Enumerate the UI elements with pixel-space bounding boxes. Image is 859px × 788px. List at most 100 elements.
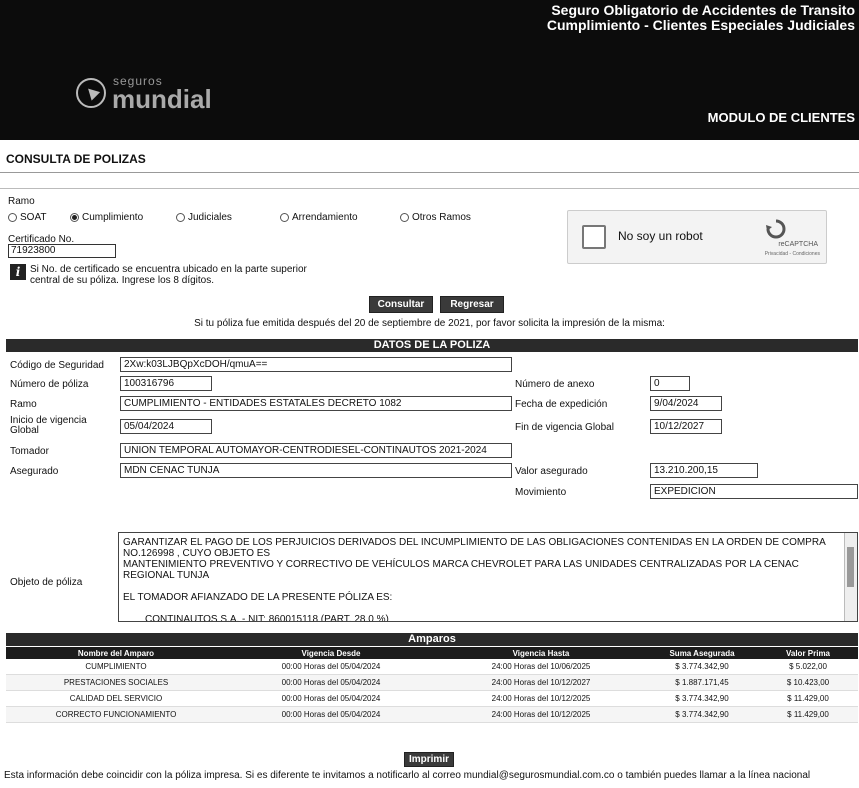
column-header: Nombre del Amparo	[6, 647, 226, 659]
table-cell: 24:00 Horas del 10/12/2025	[436, 690, 646, 707]
header-title: Seguro Obligatorio de Accidentes de Tran…	[547, 3, 855, 33]
radio-label: Judiciales	[188, 212, 232, 223]
table-cell: $ 10.423,00	[758, 674, 858, 691]
scrollbar-thumb[interactable]	[847, 547, 854, 587]
numero-anexo-field: 0	[650, 376, 690, 391]
info-icon: i	[10, 264, 26, 280]
valor-asegurado-label: Valor asegurado	[515, 466, 588, 477]
recaptcha-checkbox[interactable]	[582, 225, 606, 249]
fecha-expedicion-label: Fecha de expedición	[515, 399, 608, 410]
radio-cumplimiento[interactable]: Cumplimiento	[70, 212, 143, 223]
radio-label: SOAT	[20, 212, 47, 223]
column-header: Vigencia Hasta	[436, 647, 646, 659]
numero-anexo-label: Número de anexo	[515, 379, 595, 390]
table-cell: CORRECTO FUNCIONAMIENTO	[6, 706, 226, 723]
header-title-line1: Seguro Obligatorio de Accidentes de Tran…	[551, 2, 855, 18]
valor-asegurado-field: 13.210.200,15	[650, 463, 758, 478]
objeto-paragraph: GARANTIZAR EL PAGO DE LOS PERJUICIOS DER…	[123, 537, 826, 559]
table-row: CALIDAD DEL SERVICIO 00:00 Horas del 05/…	[6, 690, 858, 707]
scrollbar[interactable]	[844, 533, 857, 621]
table-row: PRESTACIONES SOCIALES 00:00 Horas del 05…	[6, 674, 858, 691]
table-row: CORRECTO FUNCIONAMIENTO 00:00 Horas del …	[6, 706, 858, 723]
amparos-header: Amparos	[6, 633, 858, 646]
radio-soat[interactable]: SOAT	[8, 212, 46, 223]
numero-poliza-field: 100316796	[120, 376, 212, 391]
table-cell: 24:00 Horas del 10/06/2025	[436, 659, 646, 675]
table-cell: 00:00 Horas del 05/04/2024	[226, 659, 436, 675]
radio-otros-ramos[interactable]: Otros Ramos	[400, 212, 471, 223]
compass-icon	[76, 78, 106, 108]
table-cell: PRESTACIONES SOCIALES	[6, 674, 226, 691]
table-cell: $ 11.429,00	[758, 690, 858, 707]
table-header-row: Nombre del Amparo Vigencia Desde Vigenci…	[6, 647, 858, 659]
radio-dot[interactable]	[400, 213, 409, 222]
movimiento-label: Movimiento	[515, 487, 567, 498]
radio-dot[interactable]	[8, 213, 17, 222]
table-cell: CALIDAD DEL SERVICIO	[6, 690, 226, 707]
table-cell: 00:00 Horas del 05/04/2024	[226, 690, 436, 707]
radio-dot[interactable]	[280, 213, 289, 222]
table-cell: CUMPLIMIENTO	[6, 659, 226, 675]
ramo-field-label: Ramo	[10, 399, 37, 410]
table-cell: $ 3.774.342,90	[646, 706, 758, 723]
codigo-seguridad-label: Código de Seguridad	[10, 360, 104, 371]
column-header: Valor Prima	[758, 647, 858, 659]
imprimir-button[interactable]: Imprimir	[404, 752, 454, 767]
info-text: Si No. de certificado se encuentra ubica…	[30, 264, 307, 286]
movimiento-field: EXPEDICION	[650, 484, 858, 499]
recaptcha-brand: reCAPTCHA	[778, 241, 818, 248]
column-header: Vigencia Desde	[226, 647, 436, 659]
seguros-mundial-logo[interactable]: seguros mundial	[76, 70, 256, 118]
page-title: CONSULTA DE POLIZAS	[6, 152, 146, 166]
recaptcha-privacy-links[interactable]: Privacidad - Condiciones	[765, 251, 820, 257]
objeto-paragraph: EL TOMADOR AFIANZADO DE LA PRESENTE PÓLI…	[123, 592, 393, 603]
table-cell: 24:00 Horas del 10/12/2027	[436, 674, 646, 691]
recaptcha-label: No soy un robot	[618, 229, 703, 243]
table-cell: 00:00 Horas del 05/04/2024	[226, 674, 436, 691]
print-notice: Si tu póliza fue emitida después del 20 …	[194, 318, 665, 329]
divider	[0, 188, 859, 189]
module-label: MODULO DE CLIENTES	[707, 110, 855, 125]
objeto-paragraph: MANTENIMIENTO PREVENTIVO Y CORRECTIVO DE…	[123, 559, 799, 581]
objeto-poliza-textarea[interactable]: GARANTIZAR EL PAGO DE LOS PERJUICIOS DER…	[118, 532, 858, 622]
logo-big-text: mundial	[112, 84, 212, 114]
footer-notice: Esta información debe coincidir con la p…	[4, 770, 811, 781]
radio-arrendamiento[interactable]: Arrendamiento	[280, 212, 358, 223]
radio-dot[interactable]	[176, 213, 185, 222]
ramo-label: Ramo	[8, 196, 35, 207]
radio-dot-selected[interactable]	[70, 213, 79, 222]
table-cell: $ 5.022,00	[758, 659, 858, 675]
codigo-seguridad-field: 2Xw:k03LJBQpXcDOH/qmuA==	[120, 357, 512, 372]
radio-judiciales[interactable]: Judiciales	[176, 212, 232, 223]
table-cell: $ 11.429,00	[758, 706, 858, 723]
asegurado-label: Asegurado	[10, 466, 59, 477]
table-cell: 00:00 Horas del 05/04/2024	[226, 706, 436, 723]
radio-label: Arrendamiento	[292, 212, 358, 223]
regresar-button[interactable]: Regresar	[440, 296, 504, 313]
tomador-field: UNION TEMPORAL AUTOMAYOR-CENTRODIESEL-CO…	[120, 443, 512, 458]
certificado-input[interactable]: 71923800	[8, 244, 116, 258]
objeto-paragraph: CONTINAUTOS S.A. - NIT: 860015118 (PART.…	[145, 614, 389, 622]
table-row: CUMPLIMIENTO 00:00 Horas del 05/04/2024 …	[6, 659, 858, 675]
asegurado-field: MDN CENAC TUNJA	[120, 463, 512, 478]
inicio-vigencia-label: Inicio de vigencia Global	[10, 416, 87, 436]
tomador-label: Tomador	[10, 446, 49, 457]
header-banner: Seguro Obligatorio de Accidentes de Tran…	[0, 0, 859, 140]
radio-label: Cumplimiento	[82, 212, 144, 223]
recaptcha-widget: No soy un robot reCAPTCHA Privacidad - C…	[567, 210, 827, 264]
table-cell: $ 1.887.171,45	[646, 674, 758, 691]
radio-label: Otros Ramos	[412, 212, 471, 223]
fin-vigencia-label: Fin de vigencia Global	[515, 422, 614, 433]
numero-poliza-label: Número de póliza	[10, 379, 89, 390]
fin-vigencia-field: 10/12/2027	[650, 419, 722, 434]
column-header: Suma Asegurada	[646, 647, 758, 659]
inicio-vigencia-field: 05/04/2024	[120, 419, 212, 434]
amparos-table: Nombre del Amparo Vigencia Desde Vigenci…	[6, 647, 858, 723]
inicio-vigencia-label-line2: Global	[10, 425, 39, 436]
datos-poliza-header: DATOS DE LA POLIZA	[6, 339, 858, 352]
consultar-button[interactable]: Consultar	[369, 296, 433, 313]
table-cell: $ 3.774.342,90	[646, 659, 758, 675]
fecha-expedicion-field: 9/04/2024	[650, 396, 722, 411]
